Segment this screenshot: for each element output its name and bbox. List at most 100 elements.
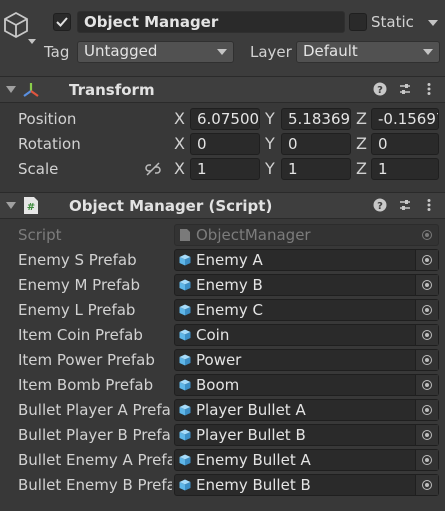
static-checkbox[interactable] — [349, 13, 367, 31]
object-picker-icon[interactable] — [415, 350, 438, 370]
prefab-cube-icon — [179, 454, 191, 466]
prefab-cube-icon — [179, 404, 191, 416]
object-picker-icon — [416, 225, 438, 245]
prefab-cube-icon — [179, 329, 191, 341]
prefab-object-value: Enemy Bullet B — [196, 476, 311, 494]
position-y-field[interactable]: 5.18369 — [281, 108, 351, 130]
tag-value: Untagged — [84, 42, 158, 60]
prefab-object-field[interactable]: Boom — [174, 374, 439, 396]
scale-y-axis-label[interactable]: Y — [265, 159, 275, 179]
field-label: Bullet Player A Prefab — [18, 401, 172, 419]
script-reference-field: ObjectManager — [174, 224, 439, 246]
object-picker-icon[interactable] — [415, 425, 438, 445]
fold-arrow-icon[interactable] — [6, 202, 16, 209]
field-label: Enemy M Prefab — [18, 276, 141, 294]
transform-header[interactable]: Transform ? — [0, 76, 445, 103]
static-label: Static — [371, 13, 414, 31]
layer-value: Default — [303, 42, 358, 60]
transform-axes-icon — [23, 83, 39, 97]
help-icon[interactable]: ? — [373, 198, 387, 212]
gameobject-name-input[interactable]: Object Manager — [77, 11, 345, 33]
field-label: Item Bomb Prefab — [18, 376, 154, 394]
prefab-object-value: Player Bullet B — [196, 426, 306, 444]
svg-text:#: # — [27, 202, 35, 213]
script-component-header[interactable]: # Object Manager (Script) ? — [0, 192, 445, 219]
tag-label: Tag — [44, 43, 70, 61]
fold-arrow-icon[interactable] — [6, 86, 16, 93]
svg-text:?: ? — [377, 201, 383, 212]
position-z-axis-label[interactable]: Z — [356, 109, 367, 129]
chevron-down-icon — [423, 49, 433, 55]
scale-z-axis-label[interactable]: Z — [356, 159, 367, 179]
rotation-label: Rotation — [18, 135, 81, 153]
prefab-object-field[interactable]: Enemy Bullet B — [174, 474, 439, 496]
object-picker-icon[interactable] — [415, 250, 438, 270]
kebab-menu-icon[interactable] — [422, 198, 436, 212]
kebab-menu-icon[interactable] — [422, 82, 436, 96]
field-label: Enemy S Prefab — [18, 251, 137, 269]
gameobject-icon-dropdown-arrow[interactable] — [28, 39, 36, 44]
script-file-icon — [180, 229, 190, 241]
prefab-cube-icon — [179, 254, 191, 266]
scale-y-field[interactable]: 1 — [281, 158, 351, 180]
prefab-cube-icon — [179, 304, 191, 316]
rotation-y-axis-label[interactable]: Y — [265, 134, 275, 154]
object-picker-icon[interactable] — [415, 375, 438, 395]
field-label: Bullet Enemy B Prefab — [18, 476, 172, 494]
prefab-cube-icon — [179, 479, 191, 491]
prefab-cube-icon — [179, 379, 191, 391]
presets-icon[interactable] — [398, 198, 412, 212]
script-label: Script — [18, 226, 62, 244]
checkmark-icon — [56, 17, 68, 27]
object-picker-icon[interactable] — [415, 275, 438, 295]
prefab-object-field[interactable]: Enemy Bullet A — [174, 449, 439, 471]
object-picker-icon[interactable] — [415, 475, 438, 495]
tag-dropdown[interactable]: Untagged — [77, 41, 234, 63]
field-label: Enemy L Prefab — [18, 301, 136, 319]
prefab-object-value: Power — [196, 351, 242, 369]
script-file-icon: # — [24, 197, 38, 214]
prefab-cube-icon — [179, 354, 191, 366]
active-checkbox[interactable] — [53, 13, 71, 31]
scale-x-field[interactable]: 1 — [190, 158, 260, 180]
object-picker-icon[interactable] — [415, 400, 438, 420]
position-x-axis-label[interactable]: X — [174, 109, 185, 129]
prefab-object-field[interactable]: Player Bullet B — [174, 424, 439, 446]
presets-icon[interactable] — [398, 82, 412, 96]
field-label: Bullet Enemy A Prefab — [18, 451, 172, 469]
prefab-object-field[interactable]: Player Bullet A — [174, 399, 439, 421]
scale-label: Scale — [18, 160, 59, 178]
layer-dropdown[interactable]: Default — [296, 41, 440, 63]
prefab-object-value: Enemy Bullet A — [196, 451, 311, 469]
prefab-object-value: Enemy B — [196, 276, 263, 294]
rotation-x-axis-label[interactable]: X — [174, 134, 185, 154]
prefab-cube-icon — [179, 429, 191, 441]
rotation-z-field[interactable]: 0 — [371, 133, 439, 155]
layer-label: Layer — [250, 43, 292, 61]
prefab-object-field[interactable]: Enemy C — [174, 299, 439, 321]
object-picker-icon[interactable] — [415, 300, 438, 320]
object-picker-icon[interactable] — [415, 450, 438, 470]
prefab-object-field[interactable]: Enemy A — [174, 249, 439, 271]
position-y-axis-label[interactable]: Y — [265, 109, 275, 129]
prefab-object-field[interactable]: Enemy B — [174, 274, 439, 296]
object-picker-icon[interactable] — [415, 325, 438, 345]
position-x-field[interactable]: 6.07500 — [190, 108, 260, 130]
static-dropdown-arrow[interactable] — [428, 20, 438, 26]
transform-title: Transform — [69, 81, 155, 99]
help-icon[interactable]: ? — [373, 82, 387, 96]
rotation-z-axis-label[interactable]: Z — [356, 134, 367, 154]
constrain-proportions-icon[interactable] — [145, 161, 161, 177]
script-reference-value: ObjectManager — [196, 226, 311, 244]
prefab-object-field[interactable]: Power — [174, 349, 439, 371]
field-label: Item Power Prefab — [18, 351, 155, 369]
rotation-y-field[interactable]: 0 — [281, 133, 351, 155]
prefab-object-value: Enemy A — [196, 251, 263, 269]
prefab-object-value: Coin — [196, 326, 230, 344]
prefab-object-field[interactable]: Coin — [174, 324, 439, 346]
field-label: Bullet Player B Prefab — [18, 426, 172, 444]
scale-z-field[interactable]: 1 — [371, 158, 439, 180]
position-z-field[interactable]: -0.15697 — [371, 108, 439, 130]
rotation-x-field[interactable]: 0 — [190, 133, 260, 155]
scale-x-axis-label[interactable]: X — [174, 159, 185, 179]
